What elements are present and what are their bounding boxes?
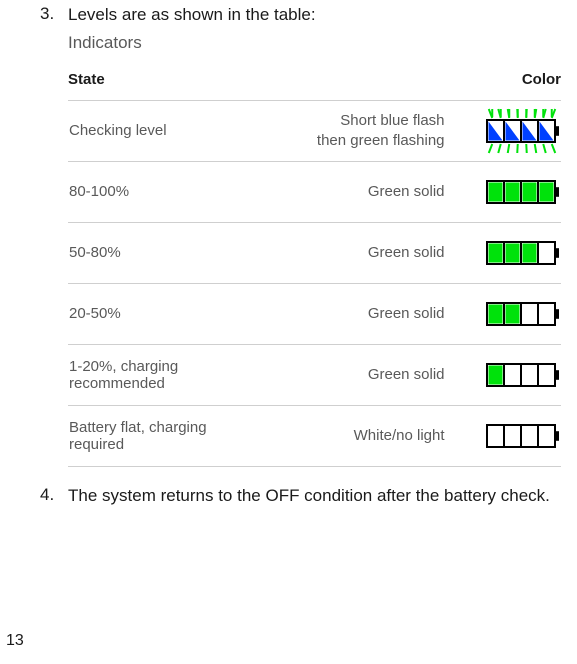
indicators-table: State Color Checking level Short blue fl… [68, 67, 561, 467]
row-desc: Short blue flashthen green flashing [260, 100, 452, 161]
row-desc: Green solid [260, 222, 452, 283]
table-row: 20-50% Green solid [68, 283, 561, 344]
row-state: 20-50% [68, 283, 260, 344]
table-row: Battery flat, charging required White/no… [68, 405, 561, 466]
battery-icon [453, 344, 561, 405]
header-color: Color [453, 67, 561, 101]
row-state: 1-20%, charging recommended [68, 344, 260, 405]
row-desc: Green solid [260, 283, 452, 344]
step-4: 4. The system returns to the OFF conditi… [40, 485, 561, 508]
battery-icon [453, 222, 561, 283]
table-row: Checking level Short blue flashthen gree… [68, 100, 561, 161]
table-row: 1-20%, charging recommended Green solid [68, 344, 561, 405]
step-3-text: Levels are as shown in the table: [68, 4, 561, 27]
row-desc: Green solid [260, 344, 452, 405]
row-state: Checking level [68, 100, 260, 161]
step-3-number: 3. [40, 4, 54, 24]
battery-icon [453, 283, 561, 344]
step-3: 3. Levels are as shown in the table: Ind… [40, 4, 561, 467]
row-state: 50-80% [68, 222, 260, 283]
step-4-number: 4. [40, 485, 54, 505]
indicators-title: Indicators [68, 33, 561, 53]
battery-icon [453, 100, 561, 161]
row-state: Battery flat, charging required [68, 405, 260, 466]
battery-icon [453, 161, 561, 222]
table-row: 80-100% Green solid [68, 161, 561, 222]
battery-icon [453, 405, 561, 466]
page-number: 13 [6, 632, 24, 650]
header-state: State [68, 67, 453, 101]
row-desc: White/no light [260, 405, 452, 466]
table-row: 50-80% Green solid [68, 222, 561, 283]
row-state: 80-100% [68, 161, 260, 222]
row-desc: Green solid [260, 161, 452, 222]
step-4-text: The system returns to the OFF condition … [68, 485, 561, 508]
